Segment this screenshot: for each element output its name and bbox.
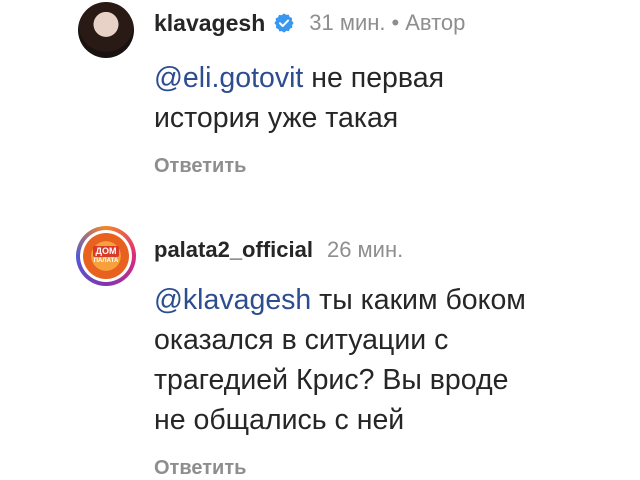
author-badge: Автор	[405, 10, 466, 35]
logo-text-bottom: ПАЛАТА	[93, 258, 119, 264]
comment-klavagesh: klavagesh 31 мин. • Автор @eli.gotovit н…	[0, 0, 640, 200]
mention-link[interactable]: @eli.gotovit	[154, 62, 303, 94]
comment-text-part: история уже такая	[154, 102, 399, 134]
comment-header: klavagesh 31 мин. • Автор	[154, 8, 465, 38]
avatar: ДОМ ПАЛАТА	[80, 230, 132, 282]
comment-text-part: не первая	[303, 62, 445, 94]
brand-logo: ДОМ ПАЛАТА	[83, 233, 129, 279]
username[interactable]: klavagesh	[154, 10, 265, 37]
avatar[interactable]	[78, 2, 134, 58]
verified-badge-icon	[273, 12, 295, 34]
logo-text-top: ДОМ	[92, 246, 120, 257]
reply-button[interactable]: Ответить	[154, 155, 246, 178]
comment-time: 31 мин.	[309, 10, 386, 35]
avatar-story-ring[interactable]: ДОМ ПАЛАТА	[76, 226, 136, 286]
comment-text: @eli.gotovit не первая история уже такая	[154, 58, 624, 138]
separator-dot: •	[391, 10, 400, 35]
